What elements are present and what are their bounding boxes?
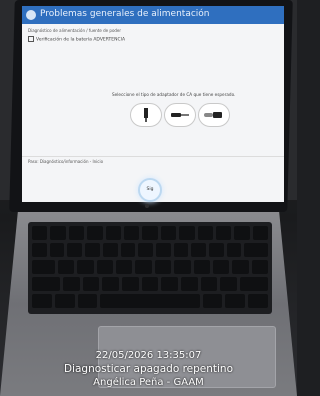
status-step-text: Paso: Diagnóstico/información - Inicio [28, 159, 104, 164]
timestamp-overlay: 22/05/2026 13:35:07 [95, 350, 202, 361]
keyboard [28, 222, 272, 314]
checkbox-icon[interactable] [28, 36, 34, 42]
pin-plug-icon [171, 113, 189, 117]
battery-check-label: Verificación de la batería ADVERTENCIA [36, 37, 126, 43]
window-titlebar: Problemas generales de alimentación [22, 6, 284, 24]
adapter-option-pin[interactable] [164, 103, 196, 127]
app-icon [26, 10, 36, 20]
battery-check-item[interactable]: Verificación de la batería ADVERTENCIA [28, 36, 125, 43]
next-button[interactable]: Sig [138, 178, 162, 202]
barrel-plug-icon [144, 108, 148, 122]
usb-c-plug-icon [204, 112, 222, 118]
divider [22, 156, 284, 157]
adapter-option-barrel[interactable] [130, 103, 162, 127]
window-title: Problemas generales de alimentación [40, 9, 210, 19]
laptop-screen: Problemas generales de alimentación Diag… [22, 6, 284, 202]
caption-overlay: Diagnosticar apagado repentino [63, 363, 234, 375]
author-overlay: Angélica Peña - GAAM [93, 377, 204, 388]
adapter-option-usbc[interactable] [198, 103, 230, 127]
webcam-icon [145, 204, 149, 208]
diagnostic-header-text: Diagnóstico de alimentación / fuente de … [28, 28, 122, 33]
photo: Problemas generales de alimentación Diag… [0, 0, 297, 396]
instruction-text: Seleccione el tipo de adaptador de CA qu… [112, 92, 236, 97]
